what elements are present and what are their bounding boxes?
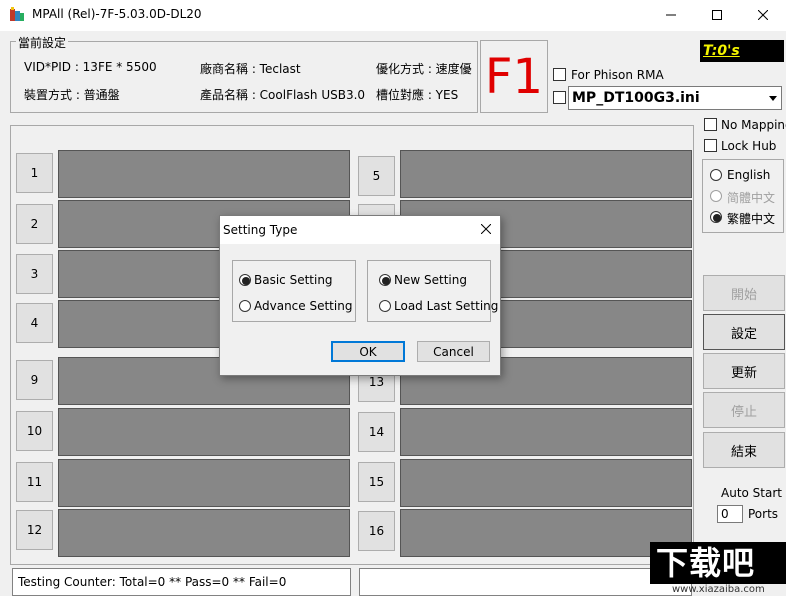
title-bar: MPAll (Rel)-7F-5.03.0D-DL20	[0, 0, 786, 31]
ini-file-value: MP_DT100G3.ini	[572, 90, 700, 106]
port-button-1[interactable]: 1	[16, 153, 53, 193]
load-last-setting-radio[interactable]	[379, 300, 391, 312]
port-panel-10	[58, 408, 350, 456]
port-button-16[interactable]: 16	[358, 511, 395, 551]
maximize-button[interactable]	[694, 0, 740, 31]
install-mode-text: 裝置方式 : 普通盤	[24, 88, 120, 102]
lock-hub-checkbox[interactable]	[704, 139, 717, 152]
f1-indicator: F1	[480, 40, 548, 113]
language-label-english: English	[727, 168, 771, 182]
new-setting-label: New Setting	[394, 273, 467, 287]
secondary-status	[359, 568, 692, 596]
new-setting-radio[interactable]	[379, 274, 391, 286]
no-mapping-checkbox[interactable]	[704, 118, 717, 131]
load-last-setting-label: Load Last Setting	[394, 299, 499, 313]
port-panel-12	[58, 509, 350, 557]
no-mapping-label: No Mapping	[721, 118, 786, 132]
language-label-traditional: 繁體中文	[727, 212, 776, 226]
cancel-button[interactable]: Cancel	[417, 341, 490, 362]
language-radio-english[interactable]	[710, 169, 722, 181]
port-panel-5	[400, 150, 692, 198]
update-button[interactable]: 更新	[703, 353, 785, 389]
watermark-url: www.xiazaiba.com	[672, 584, 765, 595]
advance-setting-label: Advance Setting	[254, 299, 353, 313]
phison-rma-label: For Phison RMA	[571, 68, 664, 82]
ini-file-select[interactable]: MP_DT100G3.ini	[568, 86, 782, 110]
ini-checkbox[interactable]	[553, 91, 566, 104]
product-text: 產品名稱 : CoolFlash USB3.0	[200, 88, 366, 102]
port-panel-16	[400, 509, 692, 557]
dialog-close-button[interactable]	[472, 216, 500, 244]
setting-type-dialog: Setting Type Basic Setting Advance Setti…	[219, 215, 501, 376]
end-button[interactable]: 結束	[703, 432, 785, 468]
port-button-2[interactable]: 2	[16, 204, 53, 244]
language-radio-traditional[interactable]	[710, 211, 722, 223]
maximize-icon	[712, 9, 722, 23]
port-button-12[interactable]: 12	[16, 510, 53, 550]
port-button-14[interactable]: 14	[358, 412, 395, 452]
language-radio-simplified[interactable]	[710, 190, 722, 202]
phison-rma-checkbox[interactable]	[553, 68, 566, 81]
watermark-text: 下载吧	[656, 544, 756, 582]
port-button-10[interactable]: 10	[16, 411, 53, 451]
port-panel-15	[400, 459, 692, 507]
timer-display: T:0's	[700, 40, 784, 62]
close-button[interactable]	[740, 0, 786, 31]
auto-start-label: Auto Start	[721, 486, 782, 500]
ok-button[interactable]: OK	[331, 341, 405, 362]
dialog-title: Setting Type	[223, 223, 298, 237]
port-button-11[interactable]: 11	[16, 462, 53, 502]
language-label-simplified: 简體中文	[727, 191, 776, 205]
close-icon	[480, 223, 492, 237]
port-button-5[interactable]: 5	[358, 156, 395, 196]
port-panel-14	[400, 408, 692, 456]
settings-button[interactable]: 設定	[703, 314, 785, 350]
optimize-text: 優化方式 : 速度優	[376, 62, 472, 76]
port-button-4[interactable]: 4	[16, 303, 53, 343]
window-title: MPAll (Rel)-7F-5.03.0D-DL20	[32, 7, 202, 21]
app-icon	[9, 7, 25, 23]
current-settings-legend: 當前設定	[16, 34, 69, 51]
stop-button[interactable]: 停止	[703, 392, 785, 428]
minimize-button[interactable]	[648, 0, 694, 31]
auto-start-input[interactable]	[717, 505, 743, 523]
start-button[interactable]: 開始	[703, 275, 785, 311]
auto-start-unit: Ports	[748, 507, 779, 521]
vendor-text: 廠商名稱 : Teclast	[200, 62, 301, 76]
dialog-title-bar: Setting Type	[220, 216, 500, 244]
port-panel-11	[58, 459, 350, 507]
testing-counter-status: Testing Counter: Total=0 ** Pass=0 ** Fa…	[12, 568, 351, 596]
sector-align-text: 槽位對應 : YES	[376, 88, 459, 102]
port-button-15[interactable]: 15	[358, 462, 395, 502]
basic-setting-label: Basic Setting	[254, 273, 333, 287]
chevron-down-icon[interactable]	[764, 87, 781, 109]
vid-pid-text: VID*PID : 13FE * 5500	[24, 60, 157, 74]
port-panel-1	[58, 150, 350, 198]
close-icon	[757, 9, 769, 23]
minimize-icon	[666, 9, 676, 23]
port-button-3[interactable]: 3	[16, 254, 53, 294]
port-button-9[interactable]: 9	[16, 360, 53, 400]
lock-hub-label: Lock Hub	[721, 139, 777, 153]
watermark-logo: 下载吧 www.xiazaiba.com	[650, 542, 786, 596]
advance-setting-radio[interactable]	[239, 300, 251, 312]
basic-setting-radio[interactable]	[239, 274, 251, 286]
